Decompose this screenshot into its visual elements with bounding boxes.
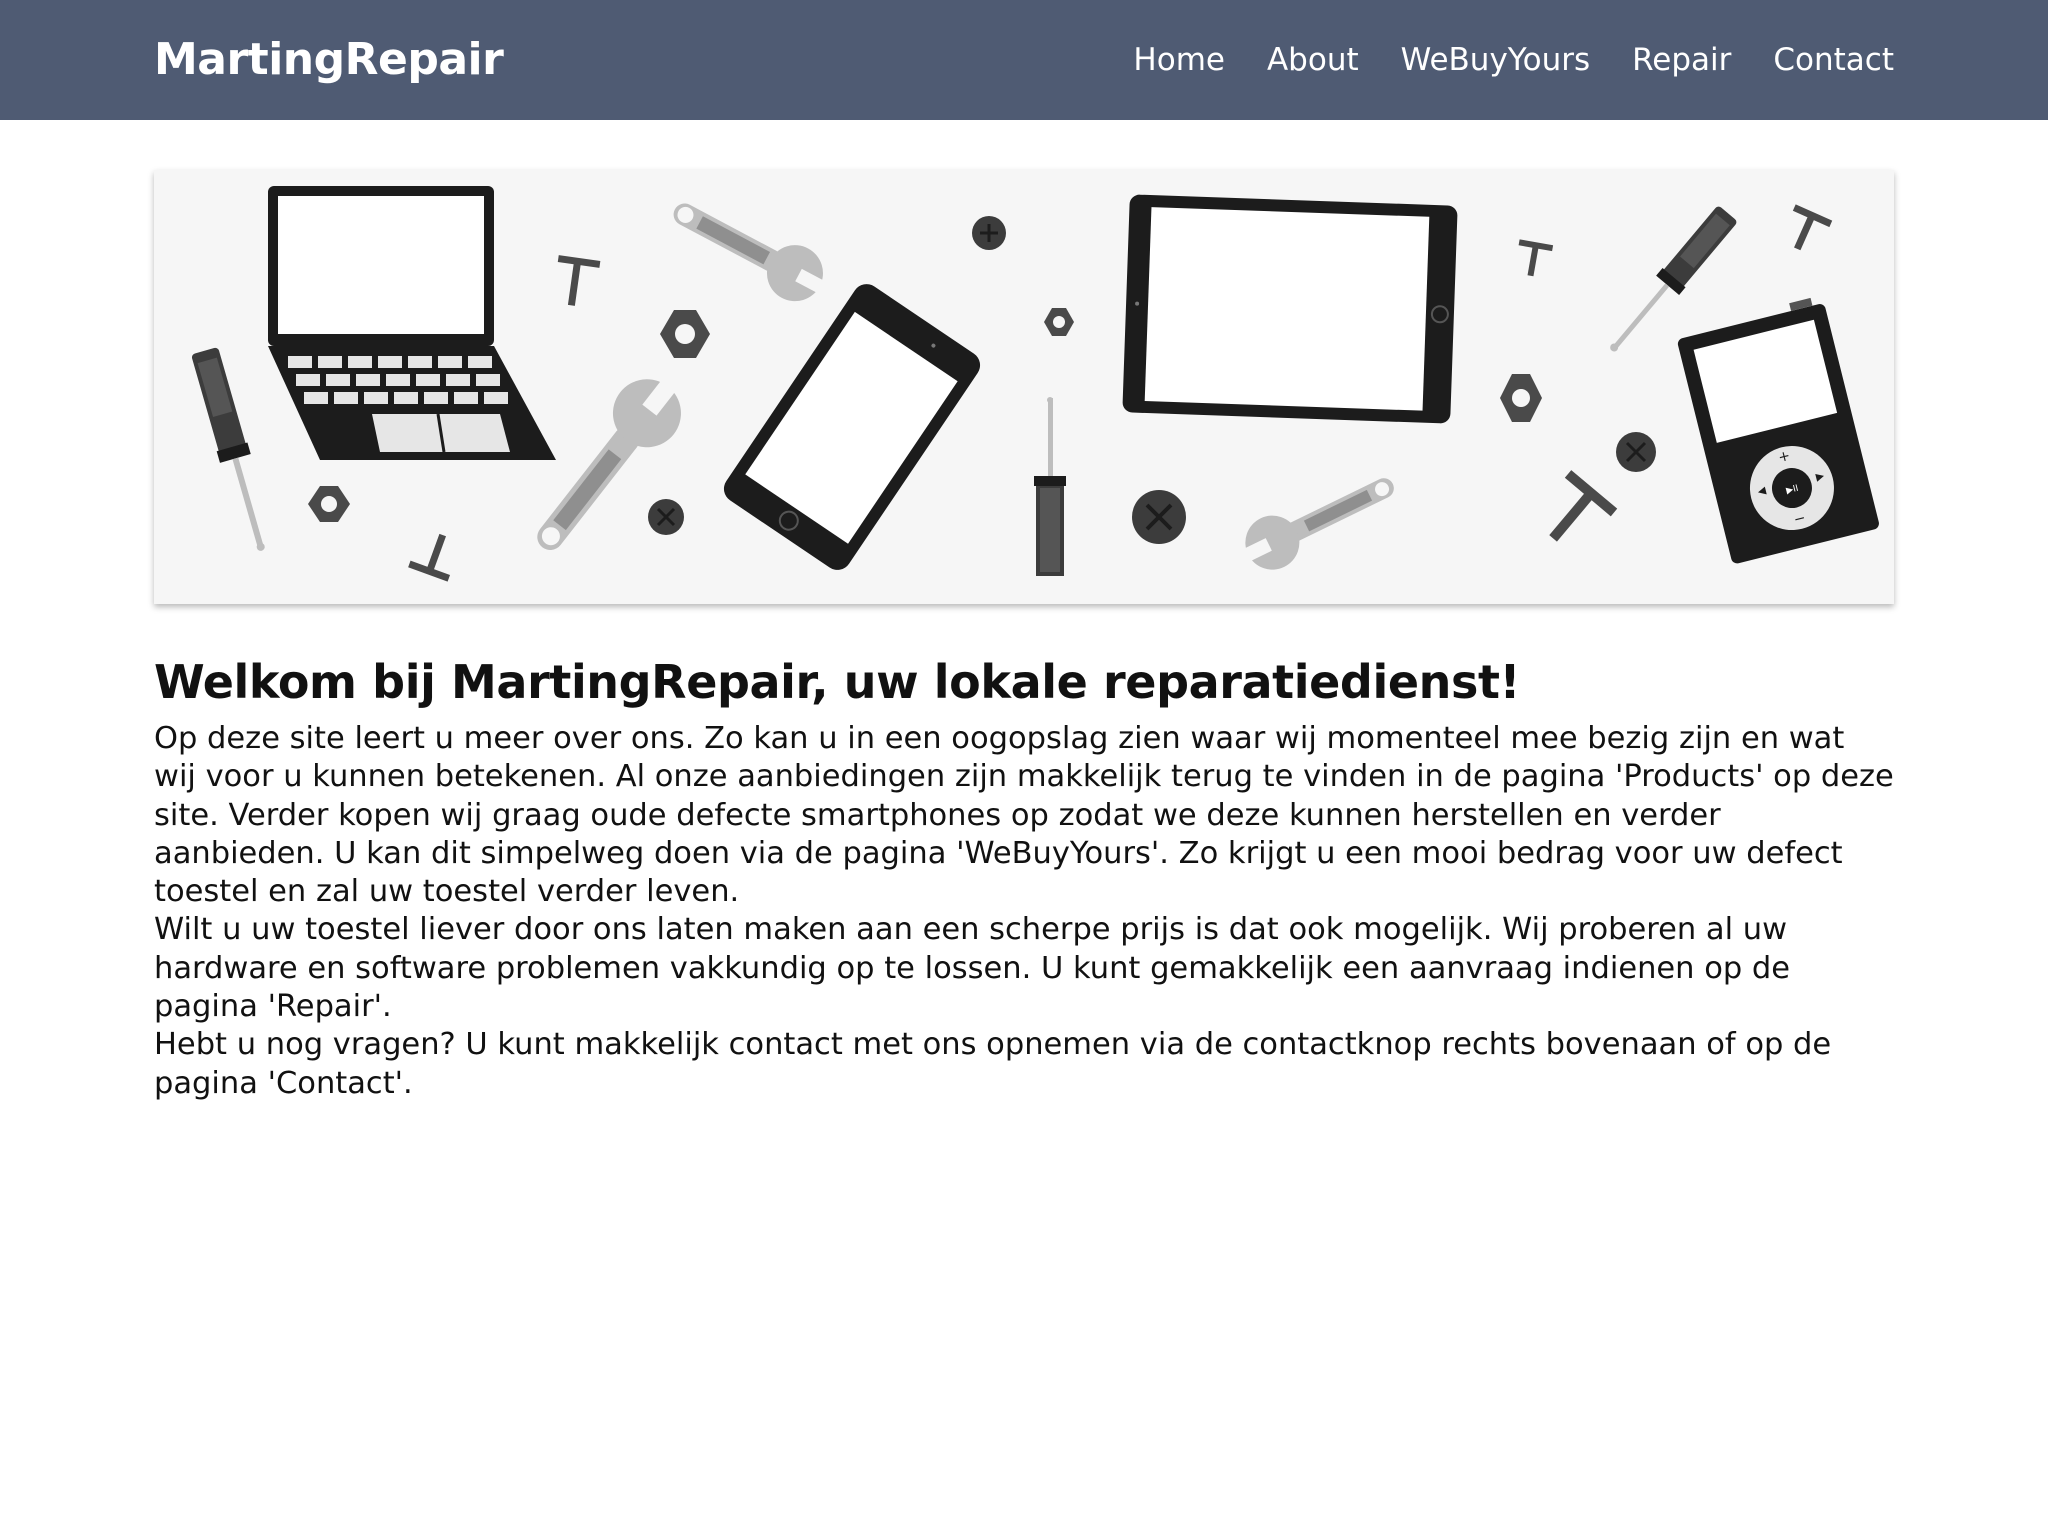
smartphone-icon [723,284,981,570]
screwdriver-icon [191,347,265,551]
screw-icon [972,216,1006,250]
screw-icon [1132,490,1186,544]
screw-icon [1616,432,1656,472]
intro-paragraph: Op deze site leert u meer over ons. Zo k… [154,721,1894,910]
hex-nut-icon [660,310,710,358]
t-bolt-icon [408,533,451,582]
laptop-icon [268,186,556,460]
hex-nut-icon [308,486,350,522]
nav-webuyyours[interactable]: WeBuyYours [1401,42,1591,78]
wrench-icon [673,203,831,302]
intro-paragraph: Wilt u uw toestel liever door ons laten … [154,912,1791,1025]
wrench-icon [1235,478,1394,570]
screw-icon [648,499,684,535]
t-bolt-icon [1792,204,1833,251]
screwdriver-icon [1034,397,1066,576]
nav-about[interactable]: About [1267,42,1359,78]
music-player-icon: + − ▶II [1677,297,1879,564]
nav-repair[interactable]: Repair [1632,42,1731,78]
wrench-icon [537,376,681,550]
welcome-heading: Welkom bij MartingRepair, uw lokale repa… [154,655,1521,709]
hex-nut-icon [1500,374,1542,422]
t-bolt-icon [1518,239,1554,277]
brand-logo-link[interactable]: MartingRepair [154,0,504,120]
repair-tools-illustration: + − ▶II [191,186,1879,582]
t-bolt-icon [1549,470,1618,542]
t-bolt-icon [557,255,601,306]
hero-banner: + − ▶II [154,170,1894,604]
main-nav: Home About WeBuyYours Repair Contact [1133,0,1894,120]
tablet-icon [1122,194,1458,424]
nav-contact[interactable]: Contact [1773,42,1894,78]
top-navbar: MartingRepair Home About WeBuyYours Repa… [0,0,2048,120]
intro-text: Op deze site leert u meer over ons. Zo k… [154,720,1894,1103]
nav-home[interactable]: Home [1133,42,1225,78]
hex-nut-icon [1044,308,1074,336]
intro-paragraph: Hebt u nog vragen? U kunt makkelijk cont… [154,1027,1832,1101]
